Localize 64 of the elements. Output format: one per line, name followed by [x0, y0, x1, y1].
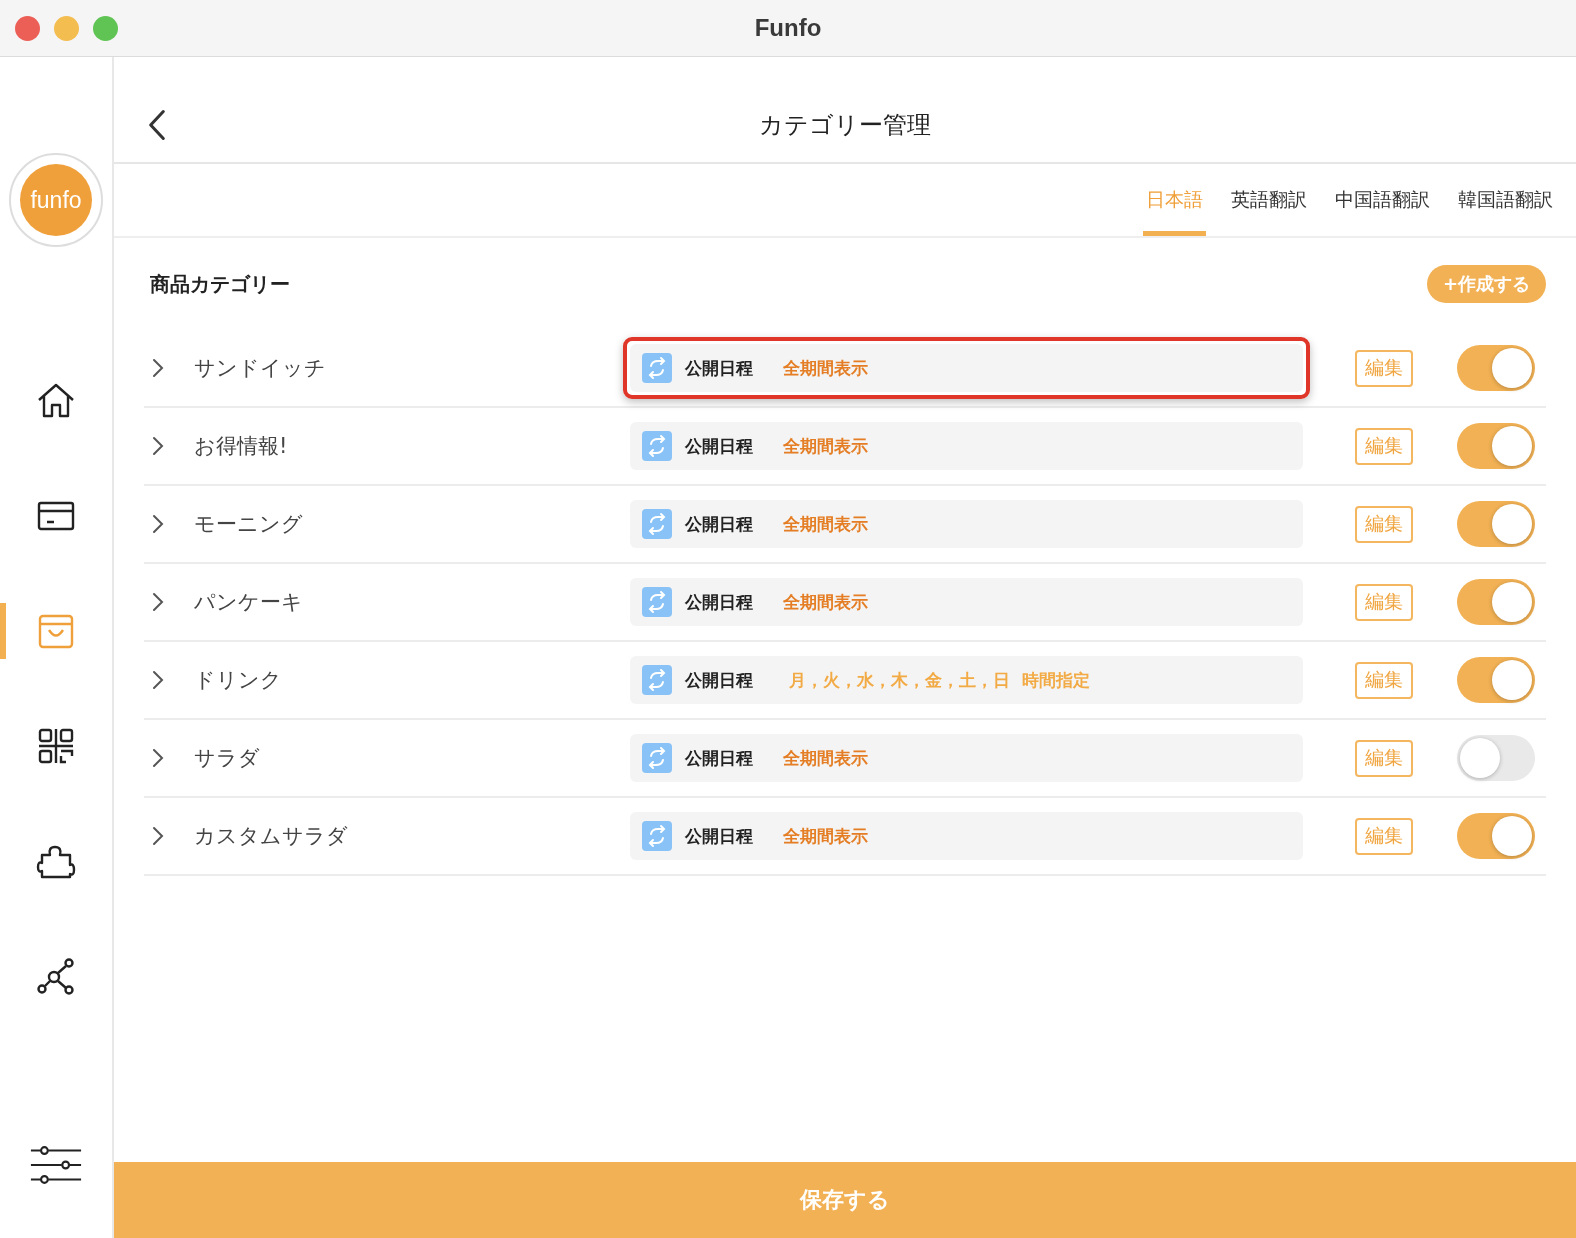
repeat-icon [642, 821, 672, 851]
expand-chevron-icon[interactable] [152, 514, 164, 534]
expand-chevron-icon[interactable] [152, 436, 164, 456]
sliders-icon [29, 1145, 83, 1185]
edit-button[interactable]: 編集 [1355, 817, 1413, 855]
category-name: ドリンク [194, 667, 283, 694]
repeat-icon [642, 743, 672, 773]
close-window-button[interactable] [15, 16, 40, 41]
visibility-toggle[interactable] [1457, 813, 1535, 859]
qr-code-icon [36, 726, 76, 766]
save-button[interactable]: 保存する [114, 1162, 1576, 1238]
schedule-value: 全期間表示 [783, 434, 868, 458]
window-title: Funfo [754, 14, 822, 42]
language-tab[interactable]: 英語翻訳 [1228, 164, 1310, 236]
schedule-value: 全期間表示 [783, 746, 868, 770]
expand-chevron-icon[interactable] [152, 358, 164, 378]
edit-button[interactable]: 編集 [1355, 349, 1413, 387]
language-tab[interactable]: 日本語 [1143, 164, 1206, 236]
expand-chevron-icon[interactable] [152, 748, 164, 768]
schedule-label: 公開日程 [685, 668, 753, 692]
schedule-label: 公開日程 [685, 746, 753, 770]
schedule-label: 公開日程 [685, 590, 753, 614]
network-icon [36, 956, 76, 996]
category-name: サンドイッチ [194, 355, 327, 382]
schedule-value: 月，火，水，木，金，土，日 時間指定 [789, 668, 1090, 692]
category-name: サラダ [194, 745, 261, 772]
expand-chevron-icon[interactable] [152, 670, 164, 690]
schedule-label: 公開日程 [685, 512, 753, 536]
visibility-toggle[interactable] [1457, 423, 1535, 469]
category-name: お得情報! [194, 433, 289, 460]
edit-button[interactable]: 編集 [1355, 427, 1413, 465]
back-icon[interactable] [148, 109, 166, 141]
visibility-toggle[interactable] [1457, 657, 1535, 703]
schedule-label: 公開日程 [685, 356, 753, 380]
schedule-label: 公開日程 [685, 434, 753, 458]
repeat-icon [642, 509, 672, 539]
language-tab[interactable]: 中国語翻訳 [1332, 164, 1433, 236]
schedule-value: 全期間表示 [783, 824, 868, 848]
expand-chevron-icon[interactable] [152, 826, 164, 846]
edit-button[interactable]: 編集 [1355, 661, 1413, 699]
repeat-icon [642, 587, 672, 617]
repeat-icon [642, 431, 672, 461]
logo: funfo [9, 153, 103, 247]
language-tab[interactable]: 韓国語翻訳 [1455, 164, 1556, 236]
schedule-value: 全期間表示 [783, 356, 868, 380]
category-name: パンケーキ [194, 589, 304, 616]
section-title: 商品カテゴリー [150, 270, 290, 298]
page-title: カテゴリー管理 [759, 109, 931, 141]
edit-button[interactable]: 編集 [1355, 739, 1413, 777]
visibility-toggle[interactable] [1457, 345, 1535, 391]
category-name: モーニング [194, 511, 304, 538]
visibility-toggle[interactable] [1457, 579, 1535, 625]
create-button[interactable]: +作成する [1426, 265, 1546, 303]
schedule-value: 全期間表示 [783, 512, 868, 536]
category-name: カスタムサラダ [194, 823, 349, 850]
repeat-icon [642, 353, 672, 383]
schedule-value: 全期間表示 [783, 590, 868, 614]
visibility-toggle[interactable] [1457, 501, 1535, 547]
edit-button[interactable]: 編集 [1355, 505, 1413, 543]
visibility-toggle[interactable] [1457, 735, 1535, 781]
edit-button[interactable]: 編集 [1355, 583, 1413, 621]
repeat-icon [642, 665, 672, 695]
expand-chevron-icon[interactable] [152, 592, 164, 612]
schedule-label: 公開日程 [685, 824, 753, 848]
